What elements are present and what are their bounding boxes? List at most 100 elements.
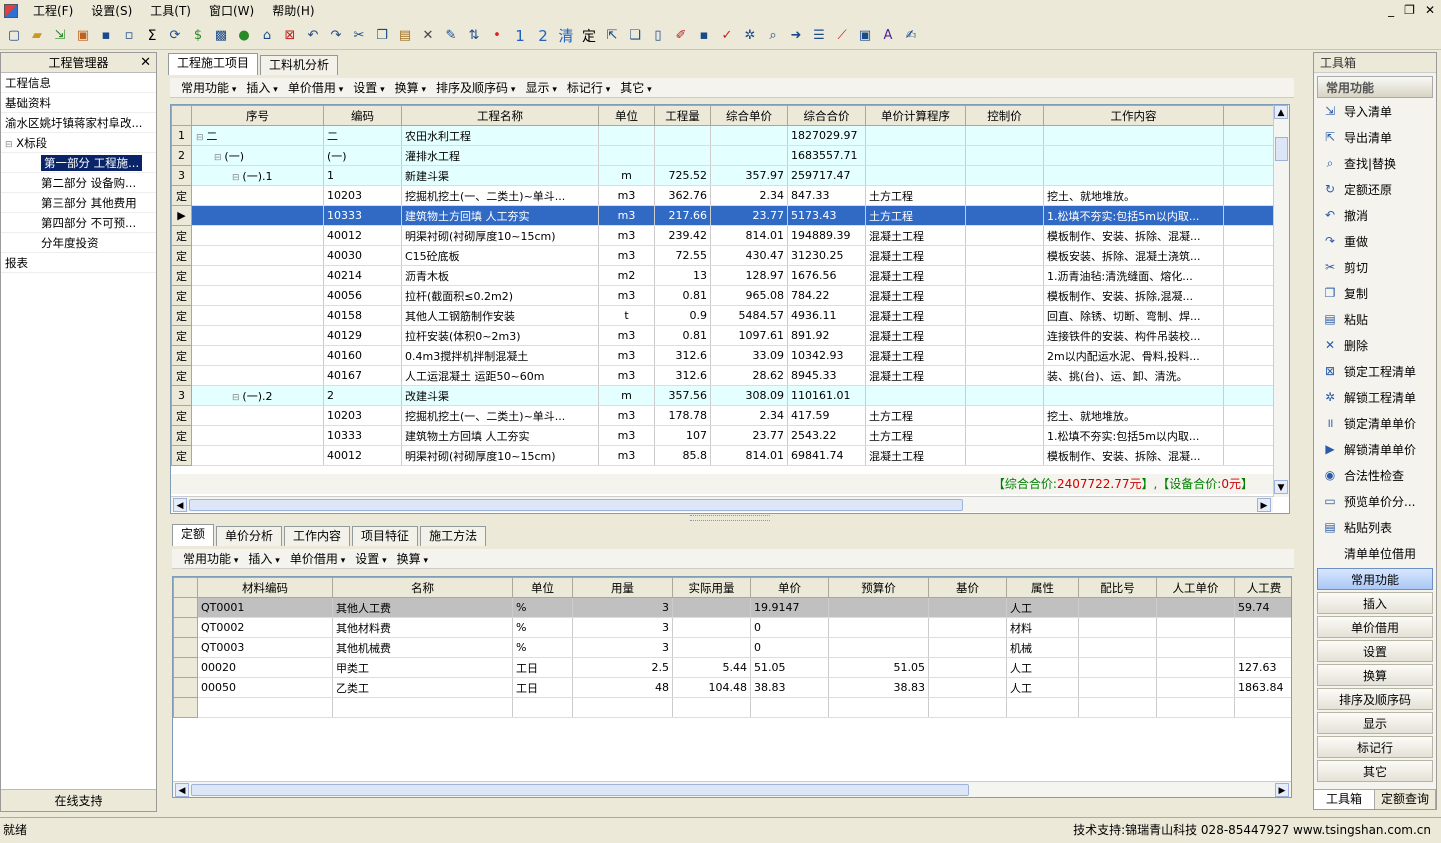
home-icon[interactable]: ⌂ [257,26,277,46]
menu-settings[interactable]: 设置(S) [82,0,141,22]
gear-icon[interactable]: ✲ [740,26,760,46]
arrow-right-icon[interactable]: ➜ [786,26,806,46]
tab-construction-items[interactable]: 工程施工项目 [168,53,259,75]
edit-icon[interactable]: ✎ [441,26,461,46]
toolbox-category-button[interactable]: 显示 [1317,712,1433,734]
table-row[interactable]: 定 10203 挖掘机挖土(一、二类土)~单斗... m3 178.78 2.34 417.… [171,405,1276,426]
tab-work-content[interactable]: 工作内容 [284,526,351,546]
table-row[interactable]: ▶ 10333 建筑物土方回填 人工夯实 m3 217.66 23.77 5173.43 土方… [171,205,1276,226]
level-one-button[interactable]: 1 [510,26,530,46]
menu-insert[interactable]: 插入 [241,79,282,96]
table-row[interactable]: 定 40056 拉杆(截面积≤0.2m2) m3 0.81 965.08 784.22 混凝土… [171,285,1276,306]
toolbox-category[interactable]: 常用功能 [1317,76,1433,98]
table-row[interactable]: 定 10333 建筑物土方回填 人工夯实 m3 107 23.77 2543.22 土方工程 1… [171,425,1276,446]
toolbox-category-button[interactable]: 插入 [1317,592,1433,614]
table-row[interactable]: 1 ⊟ 二二农田水利工程 1827029.97 [171,125,1276,146]
material-hscroll[interactable]: ◀ ▶ [173,781,1291,797]
table-row[interactable]: 3 ⊟ (一).2 2 改建斗渠 m 357.56 308.09 110161.01 [171,385,1276,406]
menu-settings[interactable]: 设置 [348,79,389,96]
row-header[interactable]: 定 [171,405,192,426]
menu-tools[interactable]: 工具(T) [141,0,200,22]
row-header[interactable]: 定 [171,285,192,306]
collapse-icon[interactable]: ⊟ [214,153,224,163]
row-header[interactable]: 定 [171,425,192,446]
col-header[interactable]: 工程名称 [401,105,599,126]
tree-item-reports[interactable]: 报表 [1,253,156,273]
toolbox-item[interactable]: ✕ 删除 [1314,332,1436,358]
table-row[interactable]: 定 40158 其他人工钢筋制作安装 t 0.9 5484.57 4936.11 混凝土工程 回… [171,305,1276,326]
col-header[interactable]: 预算价 [828,577,929,598]
scroll-right-icon[interactable]: ▶ [1257,498,1271,512]
table-row[interactable]: 定 40030 C15砼底板 m3 72.55 430.47 31230.25 混凝土工程 模板… [171,245,1276,266]
toolbox-item[interactable]: ▭ 预览单价分... [1314,488,1436,514]
table-row[interactable]: 3 ⊟ (一).1 1 新建斗渠 m 725.52 357.97 259717.47 [171,165,1276,186]
row-header[interactable]: 3 [171,165,192,186]
toolbox-item[interactable]: ▶ 解锁清单单价 [1314,436,1436,462]
open-folder-icon[interactable]: ▰ [27,26,47,46]
scroll-up-icon[interactable]: ▲ [1274,105,1288,119]
table-row[interactable]: 定 40167 人工运混凝土 运距50~60m m3 312.6 28.62 8945.33… [171,365,1276,386]
row-header[interactable] [173,597,198,618]
import-icon[interactable]: ⇲ [50,26,70,46]
cancel-icon[interactable]: ⊠ [280,26,300,46]
tab-material-analysis[interactable]: 工料机分析 [260,55,339,75]
row-header[interactable]: 2 [171,145,192,166]
window-icon[interactable]: ▣ [855,26,875,46]
tab-price-analysis[interactable]: 单价分析 [216,526,283,546]
disk-icon[interactable]: ▪ [694,26,714,46]
scroll-right-icon[interactable]: ▶ [1275,783,1289,797]
col-header[interactable]: 属性 [1006,577,1079,598]
toolbox-item[interactable]: ⇲ 导入清单 [1314,98,1436,124]
table-row[interactable]: 定 40012 明渠衬砌(衬砌厚度10~15cm) m3 85.8 814.01 69841… [171,445,1276,466]
menu-settings[interactable]: 设置 [350,550,391,567]
font-icon[interactable]: A [878,26,898,46]
menu-common[interactable]: 常用功能 [176,79,241,96]
toolbox-item[interactable]: ⌕ 查找|替换 [1314,150,1436,176]
col-header[interactable]: 序号 [191,105,324,126]
table-row[interactable]: QT0002 其他材料费% 3 0 材料 [173,617,1291,638]
col-header[interactable]: 综合合价 [787,105,866,126]
col-header[interactable]: 实际用量 [672,577,751,598]
menu-convert[interactable]: 换算 [392,550,433,567]
toolbox-item[interactable]: ❐ 复制 [1314,280,1436,306]
scroll-left-icon[interactable]: ◀ [173,498,187,512]
row-header[interactable]: 定 [171,185,192,206]
menu-display[interactable]: 显示 [520,79,561,96]
table-row[interactable]: QT0001 其他人工费% 3 19.9147 人工 59.74 [173,597,1291,618]
tree-item-basic-data[interactable]: 基础资料 [1,93,156,113]
row-header[interactable]: ▶ [171,205,192,226]
menu-other[interactable]: 其它 [615,79,656,96]
collapse-icon[interactable]: ⊟ [196,133,206,143]
tree-item-part-one[interactable]: 第一部分 工程施... [1,153,156,173]
table-row[interactable]: 00050 乙类工 工日 48 104.48 38.83 38.83 人工 1863.84 [173,677,1291,698]
scroll-down-icon[interactable]: ▼ [1274,480,1288,494]
row-header[interactable] [173,657,198,678]
menu-price-borrow[interactable]: 单价借用 [283,79,348,96]
toolbox-item[interactable]: ◉ 合法性检查 [1314,462,1436,488]
toolbox-category-button[interactable]: 排序及顺序码 [1317,688,1433,710]
col-header[interactable]: 工程量 [654,105,711,126]
tab-item-features[interactable]: 项目特征 [352,526,419,546]
chart-icon[interactable]: ⟋ [832,26,852,46]
close-icon[interactable]: ✕ [140,53,151,73]
table-row[interactable]: QT0003 其他机械费% 3 0 机械 [173,637,1291,658]
col-header[interactable]: 用量 [572,577,673,598]
tree-item-project-root[interactable]: 渝水区姚圩镇蒋家村阜改... [1,113,156,133]
menu-help[interactable]: 帮助(H) [263,0,323,22]
col-header[interactable]: 人工费 [1234,577,1291,598]
refresh-icon[interactable]: ⟳ [165,26,185,46]
pages-icon[interactable]: ❏ [625,26,645,46]
toolbox-item[interactable]: ▤ 粘贴 [1314,306,1436,332]
binoculars-icon[interactable]: ⌕ [763,26,783,46]
toolbox-item[interactable]: ✂ 剪切 [1314,254,1436,280]
undo-icon[interactable]: ↶ [303,26,323,46]
table-row[interactable]: 2 ⊟ (一) (一) 灌排水工程 1683557.71 [171,145,1276,166]
row-header[interactable]: 1 [171,125,192,146]
row-header[interactable]: 定 [171,445,192,466]
toolbox-item[interactable]: ⇱ 导出清单 [1314,124,1436,150]
row-header[interactable] [173,677,198,698]
tab-toolbox[interactable]: 工具箱 [1314,790,1375,809]
toolbox-item[interactable]: ✲ 解锁工程清单 [1314,384,1436,410]
toolbox-item[interactable]: ▤ 粘贴列表 [1314,514,1436,540]
scroll-thumb[interactable] [1275,137,1288,161]
